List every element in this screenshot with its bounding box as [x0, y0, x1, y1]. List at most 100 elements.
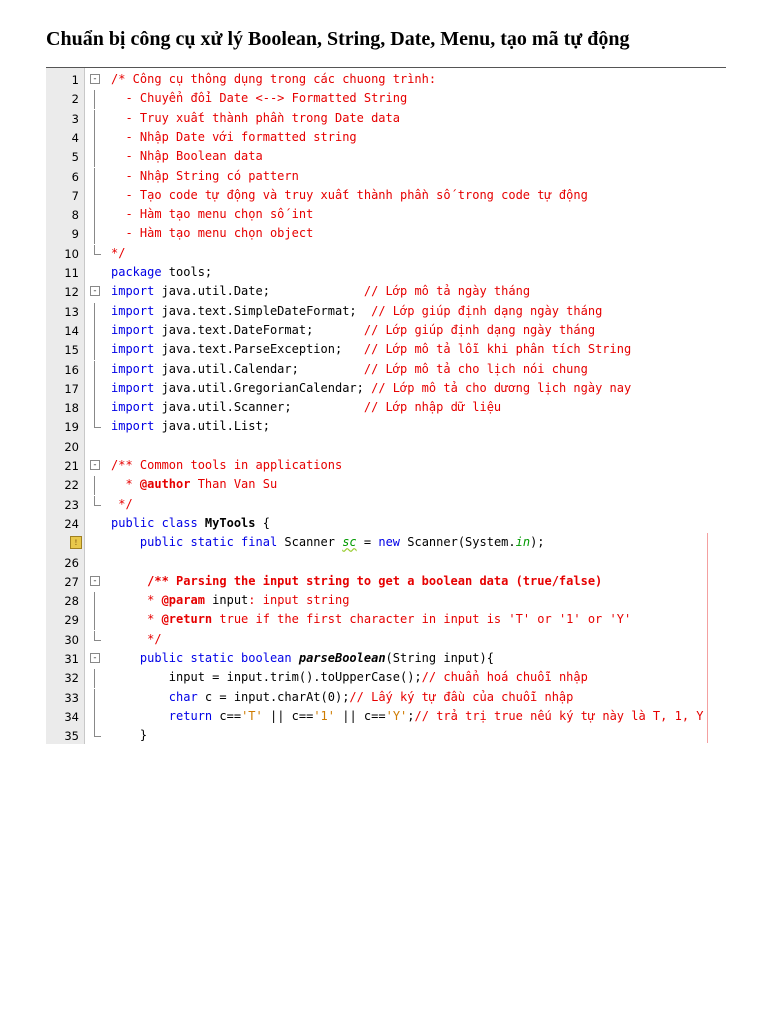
code-text: /** Common tools in applications — [111, 458, 342, 472]
line-number: 1 — [71, 73, 79, 87]
fold-guide — [94, 360, 95, 380]
code-token: /* Công cụ thông dụng trong các chuong t… — [111, 72, 437, 86]
collapse-fold-icon[interactable]: - — [90, 74, 100, 84]
code-line: 2 - Chuyển đổi Date <--> Formatted Strin… — [46, 90, 726, 110]
line-number: 26 — [64, 555, 79, 570]
code-text: public static boolean parseBoolean(Strin… — [111, 651, 494, 665]
code-token: java.util.Date; — [154, 284, 364, 299]
code-line: 13 import java.text.SimpleDateFormat; // … — [46, 302, 726, 322]
code-token: } — [111, 728, 148, 743]
code-token: - Truy xuất thành phần trong Date data — [111, 110, 400, 125]
code-line: 33 char c = input.charAt(0);// Lấy ký tự… — [46, 688, 726, 708]
code-token: java.text.ParseException; — [154, 342, 364, 357]
code-token: sc — [342, 535, 357, 550]
collapse-fold-icon[interactable]: - — [90, 286, 100, 297]
line-number: 22 — [64, 478, 79, 493]
line-number: 28 — [64, 594, 79, 609]
fold-guide — [94, 476, 95, 496]
code-text: */ — [111, 246, 125, 260]
line-number: 12 — [64, 285, 79, 300]
code-token: @return — [161, 612, 213, 627]
code-text: char c = input.charAt(0);// Lấy ký tự đầ… — [111, 690, 574, 704]
code-line: 4 - Nhập Date với formatted string — [46, 128, 726, 148]
code-text: - Truy xuất thành phần trong Date data — [111, 111, 400, 125]
code-token: // Lớp giúp định dạng ngày tháng — [371, 303, 603, 318]
fold-guide — [94, 148, 95, 168]
code-token: public class — [111, 515, 198, 530]
code-line: 14 import java.text.DateFormat; // Lớp gi… — [46, 321, 726, 341]
code-line: 7 - Tạo code tự động và truy xuất thành … — [46, 186, 726, 206]
collapse-fold-icon[interactable]: - — [90, 653, 100, 663]
code-token: '1' — [313, 708, 336, 723]
code-line: 35 } — [46, 727, 726, 746]
code-token: /** Common tools in applications — [111, 458, 343, 472]
code-text: */ — [111, 632, 161, 646]
code-token: new — [378, 535, 401, 550]
line-number: 27 — [64, 574, 79, 589]
code-line: ! public static final Scanner sc = new S… — [46, 534, 726, 553]
code-token: return — [111, 708, 213, 723]
code-token: package — [111, 265, 162, 279]
fold-end-marker — [94, 727, 101, 738]
code-token: Than Van Su — [190, 477, 278, 492]
page-title: Chuẩn bị công cụ xử lý Boolean, String, … — [46, 28, 630, 50]
code-token: import — [111, 361, 155, 376]
line-number: 2 — [71, 92, 79, 107]
code-token: { — [255, 515, 270, 530]
code-token: // chuẩn hoá chuỗi nhập — [421, 670, 588, 685]
fold-guide — [94, 186, 95, 206]
fold-guide — [94, 128, 95, 148]
line-number: 32 — [64, 671, 79, 686]
fold-guide — [94, 399, 95, 419]
code-line: 10 */ — [46, 244, 726, 264]
code-token: import — [111, 380, 155, 395]
code-line: 16 import java.util.Calendar; // Lớp mô t… — [46, 360, 726, 380]
code-token: parseBoolean — [291, 651, 386, 665]
code-token: java.text.SimpleDateFormat; — [154, 303, 372, 318]
code-line: 9 - Hàm tạo menu chọn object — [46, 225, 726, 245]
code-line: 21 - /** Common tools in applications — [46, 457, 726, 476]
code-token: public static final — [111, 535, 278, 550]
code-token: c== — [212, 708, 242, 723]
code-line: 3 - Truy xuất thành phần trong Date data — [46, 109, 726, 129]
fold-guide — [94, 707, 95, 727]
code-token: @author — [139, 477, 191, 492]
collapse-fold-icon[interactable]: - — [90, 460, 100, 470]
code-token: java.util.Calendar; — [154, 361, 364, 376]
code-token: 'Y' — [385, 708, 408, 723]
collapse-fold-icon[interactable]: - — [90, 575, 100, 586]
line-number: 24 — [64, 516, 79, 531]
code-token: || c== — [335, 708, 386, 723]
fold-guide — [94, 302, 95, 322]
line-number: 4 — [71, 130, 79, 145]
line-number: 6 — [71, 169, 79, 184]
code-text: */ — [111, 496, 133, 511]
line-number: 3 — [71, 111, 79, 126]
line-number: 34 — [64, 709, 79, 724]
code-line: 32 input = input.trim().toUpperCase();//… — [46, 669, 726, 689]
code-token: - Hàm tạo menu chọn số int — [111, 207, 314, 222]
line-number: 7 — [71, 188, 79, 203]
code-line: 28 * @param input: input string — [46, 592, 726, 612]
code-token: MyTools — [197, 515, 256, 530]
line-number: 9 — [71, 227, 79, 242]
code-text: import java.text.DateFormat; // Lớp giúp… — [111, 323, 595, 337]
fold-guide — [94, 321, 95, 341]
code-token: = — [356, 535, 379, 550]
code-token: import — [111, 284, 155, 299]
code-token: import — [111, 322, 155, 337]
line-number: 10 — [64, 246, 79, 261]
code-line: 15 import java.text.ParseException; // Lớ… — [46, 341, 726, 361]
warning-icon[interactable]: ! — [70, 536, 82, 550]
code-token: - Nhập Date với formatted string — [111, 129, 357, 144]
fold-guide — [94, 688, 95, 708]
code-token: Scanner(System. — [400, 535, 516, 550]
code-text: package tools; — [111, 265, 212, 279]
code-text: import java.util.GregorianCalendar; // L… — [111, 381, 631, 395]
code-token: */ — [111, 496, 133, 511]
divider — [46, 67, 609, 68]
code-text: - Tạo code tự động và truy xuất thành ph… — [111, 188, 587, 202]
code-token: input — [204, 593, 249, 608]
code-line: 20 — [46, 438, 726, 457]
fold-guide — [94, 90, 95, 110]
